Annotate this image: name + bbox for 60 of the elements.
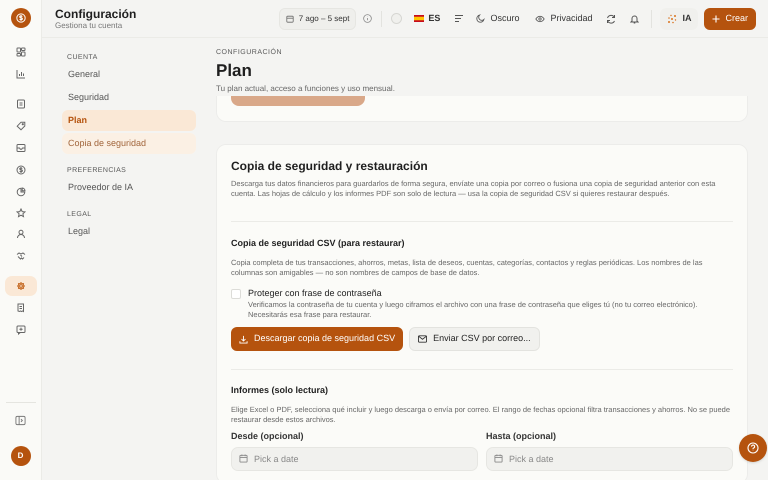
dollar-circle-icon xyxy=(16,165,26,175)
page-title: Plan xyxy=(216,61,253,81)
language-button[interactable]: ES xyxy=(414,12,440,26)
tag-icon xyxy=(16,121,26,131)
message-plus-icon xyxy=(16,325,26,335)
download-icon xyxy=(239,334,248,344)
nav-item[interactable]: Seguridad xyxy=(62,87,196,108)
card-title: Copia de seguridad y restauración xyxy=(231,159,429,173)
calendar-icon xyxy=(239,454,248,462)
theme-button[interactable]: Oscuro xyxy=(476,12,520,26)
field-label: Desde (opcional) xyxy=(231,431,305,442)
nav-item[interactable]: Copia de seguridad xyxy=(62,133,196,154)
download-csv-button[interactable]: Descargar copia de seguridad CSV xyxy=(231,327,404,351)
document-icon xyxy=(16,99,26,109)
nav-item[interactable]: Proveedor de IA xyxy=(62,177,196,198)
sidebar-toggle-icon[interactable] xyxy=(15,415,26,426)
nav-item[interactable]: General xyxy=(62,64,196,85)
section-title: Informes (solo lectura) xyxy=(231,385,330,396)
receipt-icon xyxy=(16,303,26,313)
bell-icon[interactable] xyxy=(630,14,640,24)
rail-item[interactable] xyxy=(4,276,36,296)
header-title: Configuración xyxy=(55,6,136,20)
field-label: Hasta (opcional) xyxy=(486,431,558,442)
section-title: Copia de seguridad CSV (para restaurar) xyxy=(231,238,406,249)
nav-item[interactable]: Plan xyxy=(62,110,196,131)
help-button[interactable] xyxy=(739,434,767,462)
gear-icon xyxy=(16,281,26,291)
plus-icon xyxy=(712,14,720,22)
inbox-icon xyxy=(16,143,26,153)
calendar-icon xyxy=(494,454,503,462)
flag-icon xyxy=(414,15,424,22)
star-icon xyxy=(16,208,26,218)
user-avatar[interactable]: D xyxy=(10,446,30,466)
refresh-icon[interactable] xyxy=(606,14,616,24)
header-subtitle: Gestiona tu cuenta xyxy=(55,20,124,30)
eye-icon xyxy=(535,14,546,22)
help-icon xyxy=(747,442,759,454)
nav-item[interactable]: Legal xyxy=(62,221,196,242)
date-field[interactable]: Pick a date xyxy=(486,447,733,471)
dollar-icon xyxy=(16,13,26,23)
grid-icon xyxy=(16,47,26,57)
sparkle-icon xyxy=(667,14,678,24)
create-button[interactable]: Crear xyxy=(704,8,756,30)
date-field[interactable]: Pick a date xyxy=(231,447,478,471)
calendar-icon xyxy=(286,14,294,22)
menu-lines-icon[interactable] xyxy=(454,14,464,23)
app-logo[interactable] xyxy=(10,8,30,28)
page-subtitle: Tu plan actual, acceso a funciones y uso mensual. xyxy=(216,84,396,94)
ai-button[interactable]: IA xyxy=(660,8,698,30)
moon-icon xyxy=(476,14,486,23)
mail-icon xyxy=(418,335,428,343)
date-range-button[interactable]: 7 ago – 5 sept xyxy=(278,8,356,30)
checkbox[interactable] xyxy=(231,289,241,299)
pie-chart-icon xyxy=(16,187,26,197)
info-icon[interactable] xyxy=(363,14,372,23)
bar-chart-icon xyxy=(16,69,26,79)
user-icon xyxy=(16,229,26,239)
email-csv-button[interactable]: Enviar CSV por correo... xyxy=(409,327,540,351)
checkbox-label[interactable]: Proteger con frase de contraseña xyxy=(248,288,733,299)
privacy-button[interactable]: Privacidad xyxy=(535,12,592,26)
